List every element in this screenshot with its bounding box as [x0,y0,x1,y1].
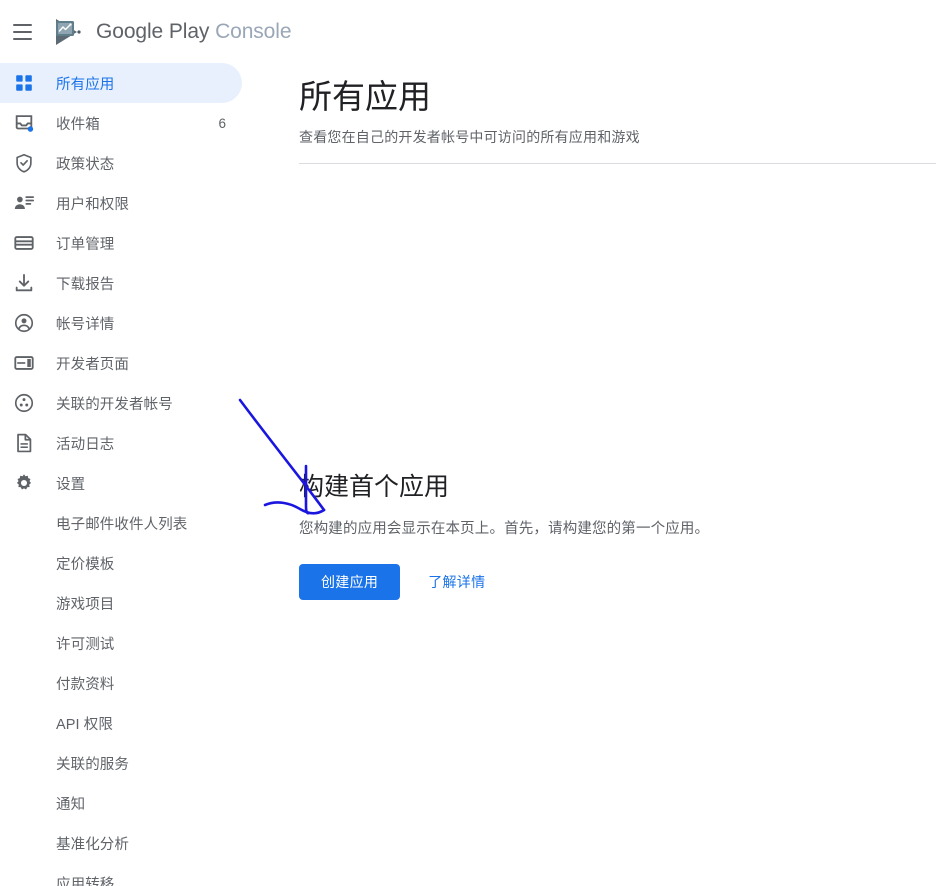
sidebar-item-15[interactable]: 付款资料 [0,663,242,703]
sidebar-item-10[interactable]: 设置 [0,463,242,503]
empty-state-actions: 创建应用 了解详情 [299,564,899,600]
empty-state-title: 构建首个应用 [299,473,450,501]
sidebar-item-label: 帐号详情 [56,316,115,333]
user-permissions-icon [12,191,36,215]
sidebar-navigation: 所有应用收件箱 6 政策状态用户和权限订单管理下载报告帐号详情开发者页面关联的开发者… [0,63,268,886]
sidebar-item-label: 应用转移 [56,876,115,886]
sidebar-item-label: 订单管理 [56,236,115,253]
sidebar-item-badge: 6 [218,115,226,131]
sidebar-item-8[interactable]: 关联的开发者帐号 [0,383,242,423]
sidebar-item-label: 设置 [56,476,86,493]
top-bar: Google Play Console [0,0,936,63]
main-content: 所有应用 查看您在自己的开发者帐号中可访问的所有应用和游戏 构建首个应用 您构建… [268,63,936,886]
sidebar-item-label: 政策状态 [56,156,115,173]
sidebar-item-1[interactable]: 收件箱 6 [0,103,242,143]
brand-logo-link[interactable]: Google Play Console [53,17,292,47]
sidebar-item-14[interactable]: 许可测试 [0,623,242,663]
brand-name-primary: Google Play [96,19,210,43]
sidebar-item-label: 活动日志 [56,436,115,453]
sidebar-item-4[interactable]: 订单管理 [0,223,242,263]
sidebar-item-label: 所有应用 [56,76,115,93]
sidebar-item-11[interactable]: 电子邮件收件人列表 [0,503,242,543]
sidebar-item-13[interactable]: 游戏项目 [0,583,242,623]
sidebar-item-16[interactable]: API 权限 [0,703,242,743]
create-app-button[interactable]: 创建应用 [299,564,401,600]
play-console-logo-icon [56,18,81,45]
account-circle-icon [12,311,36,335]
learn-more-link[interactable]: 了解详情 [428,572,485,592]
sidebar-item-label: 通知 [56,796,86,813]
sidebar-item-label: 基准化分析 [56,836,129,853]
shield-check-icon [12,151,36,175]
sidebar-item-label: 关联的服务 [56,756,129,773]
sidebar-item-17[interactable]: 关联的服务 [0,743,242,783]
credit-card-icon [12,231,36,255]
sidebar-item-7[interactable]: 开发者页面 [0,343,242,383]
sidebar-item-label: 用户和权限 [56,196,129,213]
sidebar-item-label: 付款资料 [56,676,115,693]
page-title: 所有应用 [299,78,431,115]
empty-state-panel: 构建首个应用 您构建的应用会显示在本页上。首先，请构建您的第一个应用。 创建应用… [299,469,899,600]
sidebar-item-0[interactable]: 所有应用 [0,63,242,103]
page-subtitle: 查看您在自己的开发者帐号中可访问的所有应用和游戏 [299,129,640,145]
sidebar-item-19[interactable]: 基准化分析 [0,823,242,863]
developer-page-icon [12,351,36,375]
sidebar-item-6[interactable]: 帐号详情 [0,303,242,343]
sidebar-item-12[interactable]: 定价模板 [0,543,242,583]
download-icon [12,271,36,295]
sidebar-item-9[interactable]: 活动日志 [0,423,242,463]
hamburger-menu-icon[interactable] [8,18,36,46]
hamburger-bar-3 [12,37,32,40]
header-divider [299,163,936,164]
brand-name-secondary: Console [215,19,292,43]
sidebar-item-label: 关联的开发者帐号 [56,396,173,413]
sidebar-item-label: 电子邮件收件人列表 [56,516,188,533]
sidebar-item-20[interactable]: 应用转移 [0,863,242,886]
apps-grid-icon [12,71,36,95]
sidebar-item-label: API 权限 [56,716,113,733]
sidebar-item-2[interactable]: 政策状态 [0,143,242,183]
gear-icon [12,471,36,495]
linked-accounts-icon [12,391,36,415]
document-icon [12,431,36,455]
sidebar-item-label: 收件箱 [56,116,100,133]
inbox-icon [12,111,36,135]
empty-state-description: 您构建的应用会显示在本页上。首先，请构建您的第一个应用。 [299,521,710,537]
brand-title: Google Play Console [96,19,292,44]
sidebar-item-label: 定价模板 [56,556,115,573]
sidebar-item-label: 开发者页面 [56,356,129,373]
hamburger-bar-2 [12,30,32,33]
sidebar-item-5[interactable]: 下载报告 [0,263,242,303]
sidebar-item-label: 许可测试 [56,636,115,653]
sidebar-item-3[interactable]: 用户和权限 [0,183,242,223]
sidebar-item-label: 游戏项目 [56,596,115,613]
sidebar-item-18[interactable]: 通知 [0,783,242,823]
hamburger-bar-1 [12,23,32,26]
play-console-page: Google Play Console 所有应用收件箱 6 政策状态用户和权限订单管… [0,0,936,886]
sidebar-item-label: 下载报告 [56,276,115,293]
